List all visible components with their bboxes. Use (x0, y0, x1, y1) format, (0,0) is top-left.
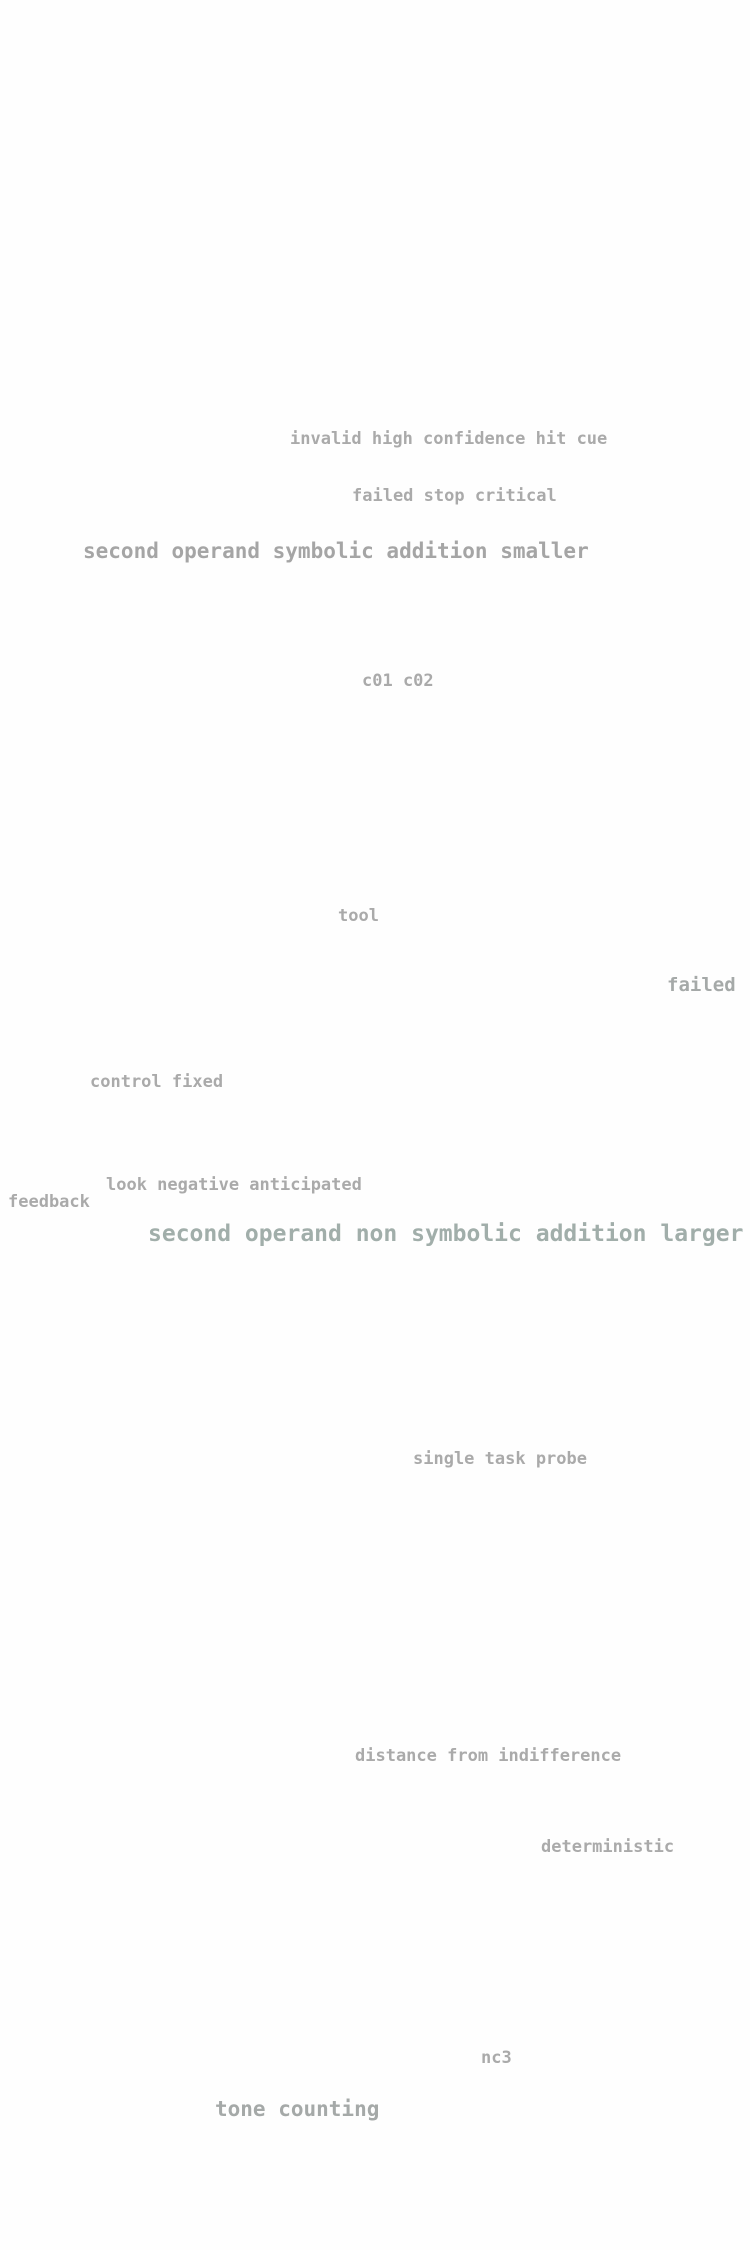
term-second-operand-symbolic-addition-smaller: second operand symbolic addition smaller (83, 539, 589, 563)
term-failed-stop-critical: failed stop critical (352, 486, 557, 506)
term-deterministic: deterministic (541, 1837, 675, 1857)
term-tool: tool (338, 906, 379, 926)
term-failed: failed (667, 974, 736, 996)
term-c01-c02: c01 c02 (362, 671, 434, 691)
term-invalid-high-confidence-hit-cue: invalid high confidence hit cue (290, 429, 608, 449)
term-nc3: nc3 (481, 2048, 512, 2068)
term-single-task-probe: single task probe (413, 1449, 587, 1469)
term-feedback: feedback (8, 1192, 90, 1212)
term-look-negative-anticipated: look negative anticipated (106, 1175, 362, 1195)
term-tone-counting: tone counting (215, 2097, 380, 2121)
term-control-fixed: control fixed (90, 1072, 224, 1092)
term-distance-from-indifference: distance from indifference (355, 1746, 622, 1766)
term-second-operand-non-symbolic-addition-larger: second operand non symbolic addition lar… (148, 1221, 744, 1247)
